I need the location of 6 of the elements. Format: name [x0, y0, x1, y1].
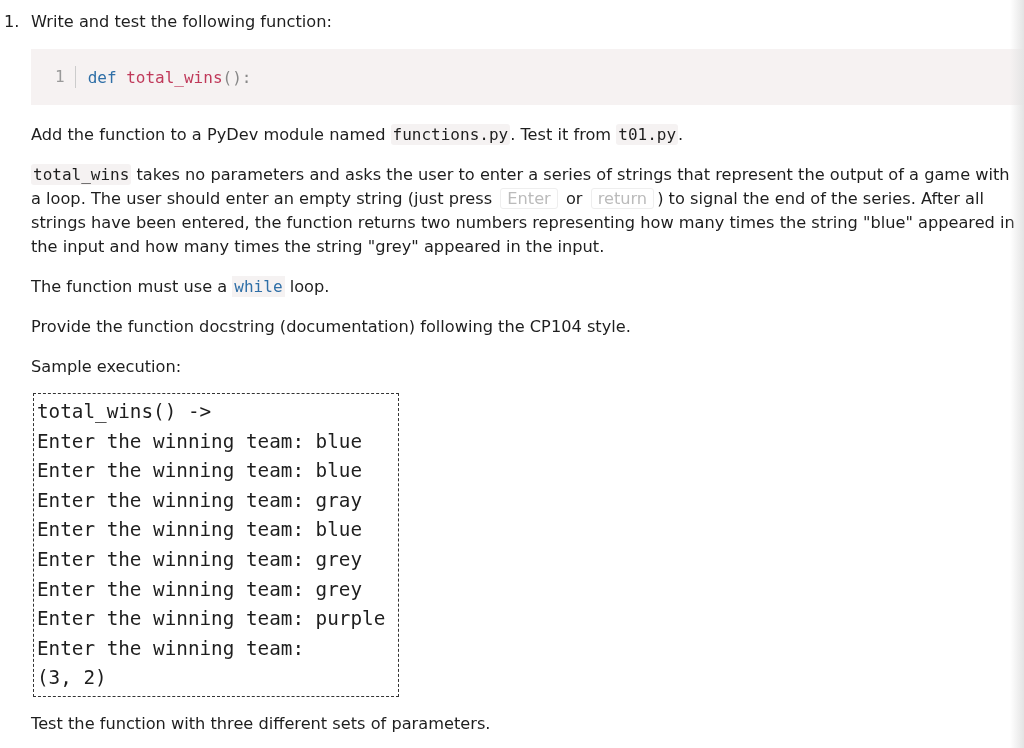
item-number: 1. — [4, 12, 21, 32]
paragraph: Sample execution: — [31, 356, 183, 378]
question-heading: Write and test the following function: — [31, 12, 332, 32]
sample-output: total_wins() -> Enter the winning team: blue Enter the winning team: blue Enter the winning team: gray Enter the winning team: blue Enter the winning team: grey Enter the winning team: grey Enter the winning team: purple Enter the winning team: (3, 2) — [33, 393, 399, 697]
footer-text: Test the function with three different sets of parameters. — [31, 712, 492, 735]
paragraph: Provide the function docstring (documentation) following the CP104 style. — [31, 316, 632, 338]
